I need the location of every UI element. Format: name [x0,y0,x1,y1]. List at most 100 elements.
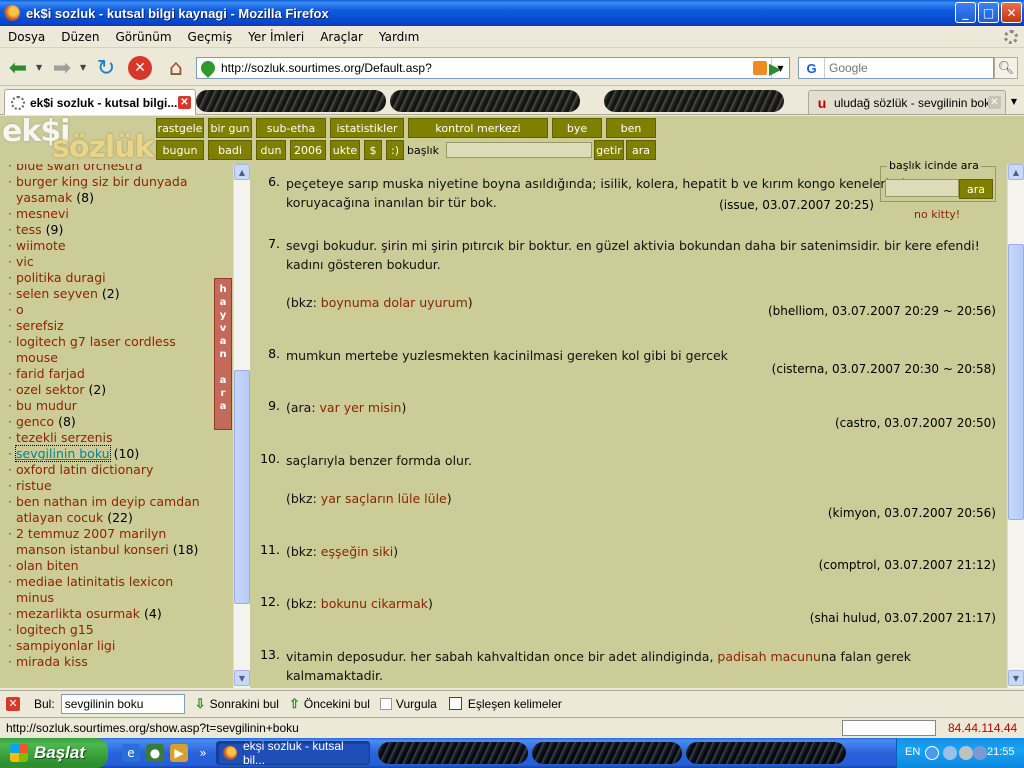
topic-link[interactable]: serefsiz [16,318,64,333]
topic-link[interactable]: mezarlikta osurmak [16,606,140,621]
topic-list-item[interactable]: o [8,302,214,318]
topic-list-item[interactable]: mediae latinitatis lexicon minus [8,574,214,606]
close-findbar-icon[interactable]: ✕ [6,696,20,711]
entry-link[interactable]: bokunu cikarmak [321,596,428,611]
topic-list-item[interactable]: sampiyonlar ligi [8,638,214,654]
menu-view[interactable]: Görünüm [107,30,179,44]
topic-link[interactable]: vic [16,254,34,269]
topic-search-button[interactable]: ara [959,179,993,199]
google-engine-icon[interactable]: G [799,58,825,78]
no-kitty-link[interactable]: no kitty! [914,208,960,221]
topic-list-item[interactable]: ristue [8,478,214,494]
menu-tools[interactable]: Araçlar [312,30,371,44]
network-icon[interactable] [943,746,957,760]
close-window-button[interactable]: ✕ [1001,2,1022,23]
topic-list-item[interactable]: bu mudur [8,398,214,414]
topic-link[interactable]: farid farjad [16,366,85,381]
dun-button[interactable]: dun [256,140,286,160]
bkz-link[interactable]: yar saçların lüle lüle [321,491,447,506]
find-input[interactable] [60,693,185,714]
firefox-quicklaunch-icon[interactable]: ● [146,744,164,762]
kontrol-merkezi-button[interactable]: kontrol merkezi [408,118,548,138]
topic-list-item[interactable]: mezarlikta osurmak (4) [8,606,214,622]
author-link[interactable]: kimyon [833,506,877,520]
topic-link[interactable]: blue swan orchestra [16,164,143,173]
topic-link[interactable]: wiimote [16,238,66,253]
author-link[interactable]: issue [724,198,755,212]
topic-link[interactable]: mediae latinitatis lexicon minus [16,574,173,605]
menu-file[interactable]: Dosya [0,30,53,44]
bir-gun-button[interactable]: bir gun [208,118,252,138]
topic-link[interactable]: o [16,302,24,317]
topic-list-item[interactable]: tezekli serzenis [8,430,214,446]
url-text[interactable]: http://sozluk.sourtimes.org/Default.asp? [221,61,753,75]
topic-list-item[interactable]: 2 temmuz 2007 marilyn manson istanbul ko… [8,526,214,558]
topic-link[interactable]: politika duragi [16,270,106,285]
topic-list-item[interactable]: mesnevi [8,206,214,222]
topic-list-item[interactable]: farid farjad [8,366,214,382]
bye-button[interactable]: bye [552,118,602,138]
stop-icon[interactable]: ✕ [128,56,152,80]
page-scrollbar[interactable]: ▲ ▼ [1007,164,1024,688]
menu-history[interactable]: Geçmiş [180,30,241,44]
scroll-down-icon[interactable]: ▼ [234,670,250,686]
topic-list-item[interactable]: genco (8) [8,414,214,430]
entry-link[interactable]: var yer misin [320,400,402,415]
bkz-link[interactable]: boynuma dolar uyurum [321,295,468,310]
topic-list-item[interactable]: selen seyven (2) [8,286,214,302]
dollar-button[interactable]: $ [364,140,382,160]
match-case-checkbox[interactable] [448,697,462,710]
close-tab-icon[interactable]: ✕ [178,96,191,109]
menu-edit[interactable]: Düzen [53,30,107,44]
menu-bookmarks[interactable]: Yer İmleri [240,30,312,44]
ukte-button[interactable]: ukte [330,140,360,160]
back-history-dropdown-icon[interactable]: ▼ [36,63,42,72]
topic-link[interactable]: selen seyven [16,286,98,301]
topic-link[interactable]: burger king siz bir dunyada yasamak [16,174,188,205]
menu-help[interactable]: Yardım [371,30,427,44]
list-all-tabs-icon[interactable]: ▼ [1006,92,1022,110]
topic-link[interactable]: oxford latin dictionary [16,462,153,477]
topic-list-item[interactable]: ozel sektor (2) [8,382,214,398]
author-link[interactable]: cisterna [776,362,824,376]
scroll-down-icon[interactable]: ▼ [1008,670,1024,686]
find-previous-button[interactable]: ⇧ Öncekini bul [289,696,370,712]
minimize-button[interactable]: _ [955,2,976,23]
author-link[interactable]: bhelliom [773,304,825,318]
topic-link[interactable]: tezekli serzenis [16,430,113,445]
topic-link[interactable]: bu mudur [16,398,77,413]
tray-app-icon[interactable] [973,746,987,760]
topic-search-input[interactable] [885,179,959,197]
search-magnifier-icon[interactable]: 🔍︎ [994,57,1018,79]
topic-list-item[interactable]: olan biten [8,558,214,574]
close-tab-icon[interactable]: ✕ [988,96,1001,109]
getir-button[interactable]: getir [594,140,624,160]
scroll-thumb[interactable] [1008,244,1024,520]
topic-link[interactable]: sampiyonlar ligi [16,638,115,653]
topic-link[interactable]: sevgilinin boku [15,445,111,462]
taskbar-firefox-window[interactable]: ekşi sozluk - kutsal bil... [216,739,370,767]
quicklaunch-more-icon[interactable]: » [194,744,212,762]
web-search-input[interactable] [825,61,993,75]
find-next-button[interactable]: ⇩ Sonrakini bul [195,696,279,712]
rastgele-button[interactable]: rastgele [156,118,204,138]
scroll-up-icon[interactable]: ▲ [1008,164,1024,180]
topic-list-item[interactable]: ben nathan im deyip camdan atlayan cocuk… [8,494,214,526]
topic-list-item[interactable]: mirada kiss [8,654,214,670]
topic-link[interactable]: ozel sektor [16,382,84,397]
forward-arrow-icon[interactable]: ➡ [48,54,76,82]
topic-list-item[interactable]: wiimote [8,238,214,254]
ben-button[interactable]: ben [606,118,656,138]
topic-list-item[interactable]: oxford latin dictionary [8,462,214,478]
entry-link[interactable]: padisah macunu [717,649,821,664]
topic-link[interactable]: 2 temmuz 2007 marilyn manson istanbul ko… [16,526,169,557]
media-quicklaunch-icon[interactable]: ▶ [170,744,188,762]
author-link[interactable]: shai hulud [814,611,876,625]
tab-eksi-sozluk[interactable]: ek$i sozluk - kutsal bilgi... ✕ [4,89,196,115]
left-scrollbar[interactable]: ▲ ▼ [233,164,250,688]
ie-quicklaunch-icon[interactable]: e [122,744,140,762]
topic-list-item[interactable]: serefsiz [8,318,214,334]
back-arrow-icon[interactable]: ⬅ [4,54,32,82]
topic-list-item[interactable]: vic [8,254,214,270]
eksi-sozluk-logo[interactable]: ek$i sözlük [0,114,156,165]
